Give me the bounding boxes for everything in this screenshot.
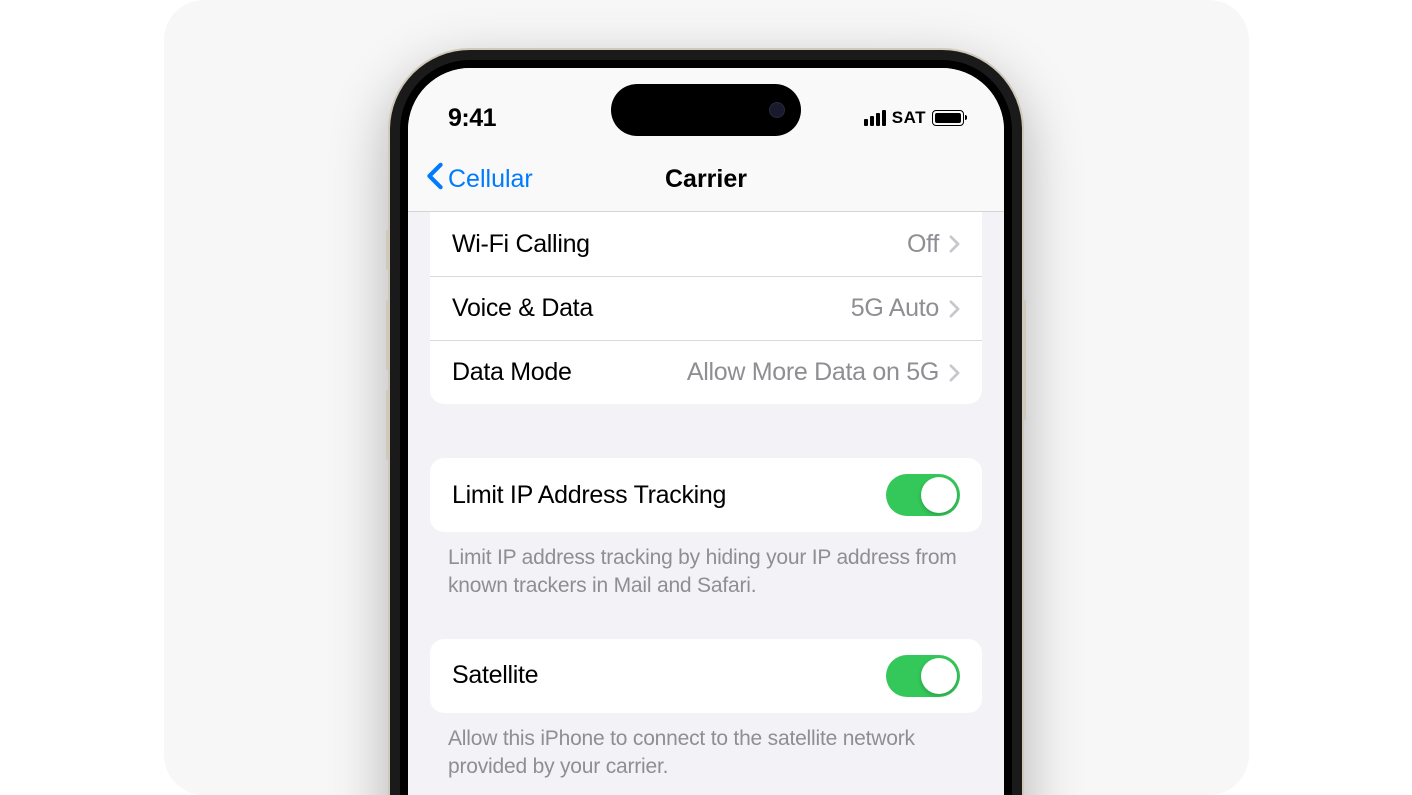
row-wifi-calling[interactable]: Wi-Fi Calling Off [430,212,982,276]
row-data-mode[interactable]: Data Mode Allow More Data on 5G [430,340,982,404]
battery-fill [935,113,961,123]
row-voice-data[interactable]: Voice & Data 5G Auto [430,276,982,340]
toggle-limit-ip-tracking[interactable] [886,474,960,516]
row-satellite[interactable]: Satellite [430,639,982,713]
status-right-cluster: SAT [864,108,964,128]
toggle-knob [921,658,957,694]
row-label: Data Mode [452,358,572,387]
phone-mute-switch [386,230,390,270]
dynamic-island [611,84,801,136]
settings-group-privacy: Limit IP Address Tracking [430,458,982,532]
status-carrier-text: SAT [892,108,926,128]
row-limit-ip-tracking[interactable]: Limit IP Address Tracking [430,458,982,532]
phone-frame: 9:41 SAT Cellular [390,50,1022,795]
chevron-right-icon [949,235,960,253]
footer-satellite: Allow this iPhone to connect to the sate… [408,713,1004,782]
row-value: 5G Auto [851,294,939,323]
settings-group-satellite: Satellite [430,639,982,713]
row-value: Allow More Data on 5G [687,358,939,387]
row-label: Limit IP Address Tracking [452,481,726,510]
back-button[interactable]: Cellular [426,162,533,197]
front-camera-icon [769,102,785,118]
row-value-wrap: Allow More Data on 5G [687,358,960,387]
phone-power-button [1022,300,1026,420]
row-value-wrap: Off [907,230,960,259]
nav-bar: Cellular Carrier [408,148,1004,212]
page-background: 9:41 SAT Cellular [164,0,1249,795]
battery-icon [932,110,964,126]
cellular-signal-icon [864,110,886,126]
toggle-knob [921,477,957,513]
chevron-left-icon [426,162,444,197]
settings-content: Wi-Fi Calling Off Voice & Data 5G Auto [408,212,1004,795]
chevron-right-icon [949,300,960,318]
row-value-wrap: 5G Auto [851,294,960,323]
phone-screen: 9:41 SAT Cellular [400,60,1012,795]
row-label: Satellite [452,661,538,690]
phone-volume-down [386,390,390,460]
settings-group-network: Wi-Fi Calling Off Voice & Data 5G Auto [430,212,982,404]
back-label: Cellular [448,165,533,194]
phone-volume-up [386,300,390,370]
row-label: Voice & Data [452,294,593,323]
row-label: Wi-Fi Calling [452,230,590,259]
status-time: 9:41 [448,104,496,133]
footer-limit-ip-tracking: Limit IP address tracking by hiding your… [408,532,1004,601]
toggle-satellite[interactable] [886,655,960,697]
chevron-right-icon [949,364,960,382]
row-value: Off [907,230,939,259]
